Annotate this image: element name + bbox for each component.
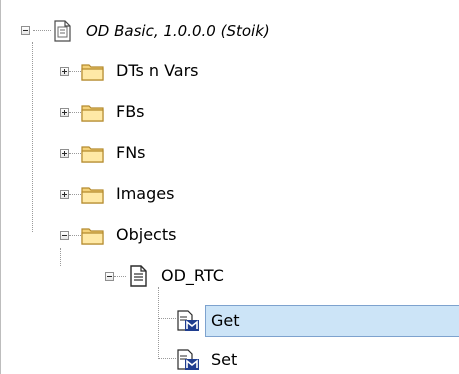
library-file-icon: [54, 20, 71, 42]
tree-item-label: Images: [116, 184, 175, 203]
selection-highlight: [205, 305, 459, 337]
tree-item-label: OD_RTC: [161, 266, 224, 285]
tree-connector: [69, 112, 81, 113]
tree-connector: [32, 42, 33, 232]
folder-icon: [81, 187, 104, 204]
collapse-folder-button[interactable]: [60, 231, 69, 240]
tree-item-method[interactable]: Get: [176, 307, 243, 335]
tree-item-label: FBs: [116, 102, 145, 121]
collapse-root-button[interactable]: [21, 26, 30, 35]
tree-connector: [69, 235, 81, 236]
method-icon: [177, 310, 199, 331]
tree-item-folder[interactable]: FNs: [81, 139, 149, 167]
tree-connector: [33, 30, 51, 31]
tree-item-folder[interactable]: FBs: [81, 98, 148, 126]
expand-folder-button[interactable]: [60, 190, 69, 199]
tree-connector: [69, 153, 81, 154]
tree-item-root[interactable]: OD Basic, 1.0.0.0 (Stoik): [51, 17, 273, 45]
method-icon: [177, 349, 199, 370]
tree-connector: [158, 318, 176, 319]
folder-icon: [81, 146, 104, 163]
tree-item-folder[interactable]: Images: [81, 180, 177, 208]
expand-folder-button[interactable]: [60, 67, 69, 76]
folder-open-icon: [81, 228, 104, 245]
tree-item-method[interactable]: Set: [176, 346, 240, 374]
expand-folder-button[interactable]: [60, 108, 69, 117]
object-file-icon: [130, 265, 147, 287]
tree-item-object[interactable]: OD_RTC: [126, 262, 227, 290]
tree-item-label: Set: [211, 350, 238, 369]
tree-item-label: Objects: [116, 225, 177, 244]
tree-connector: [158, 358, 176, 359]
tree-connector: [60, 248, 61, 266]
tree-item-label: FNs: [116, 143, 146, 162]
tree-connector: [69, 194, 81, 195]
tree-connector: [69, 71, 81, 72]
tree-item-folder[interactable]: Objects: [81, 221, 179, 249]
tree-item-label: OD Basic, 1.0.0.0 (Stoik): [86, 22, 270, 40]
tree-item-label: Get: [211, 311, 240, 330]
expand-folder-button[interactable]: [60, 149, 69, 158]
tree-connector: [158, 287, 159, 357]
tree-item-label: DTs n Vars: [116, 61, 199, 80]
project-tree: OD Basic, 1.0.0.0 (Stoik) DTs n Vars FBs…: [0, 0, 459, 374]
folder-icon: [81, 105, 104, 122]
folder-icon: [81, 64, 104, 81]
tree-item-folder[interactable]: DTs n Vars: [81, 57, 202, 85]
collapse-object-button[interactable]: [105, 272, 114, 281]
tree-connector: [114, 276, 126, 277]
